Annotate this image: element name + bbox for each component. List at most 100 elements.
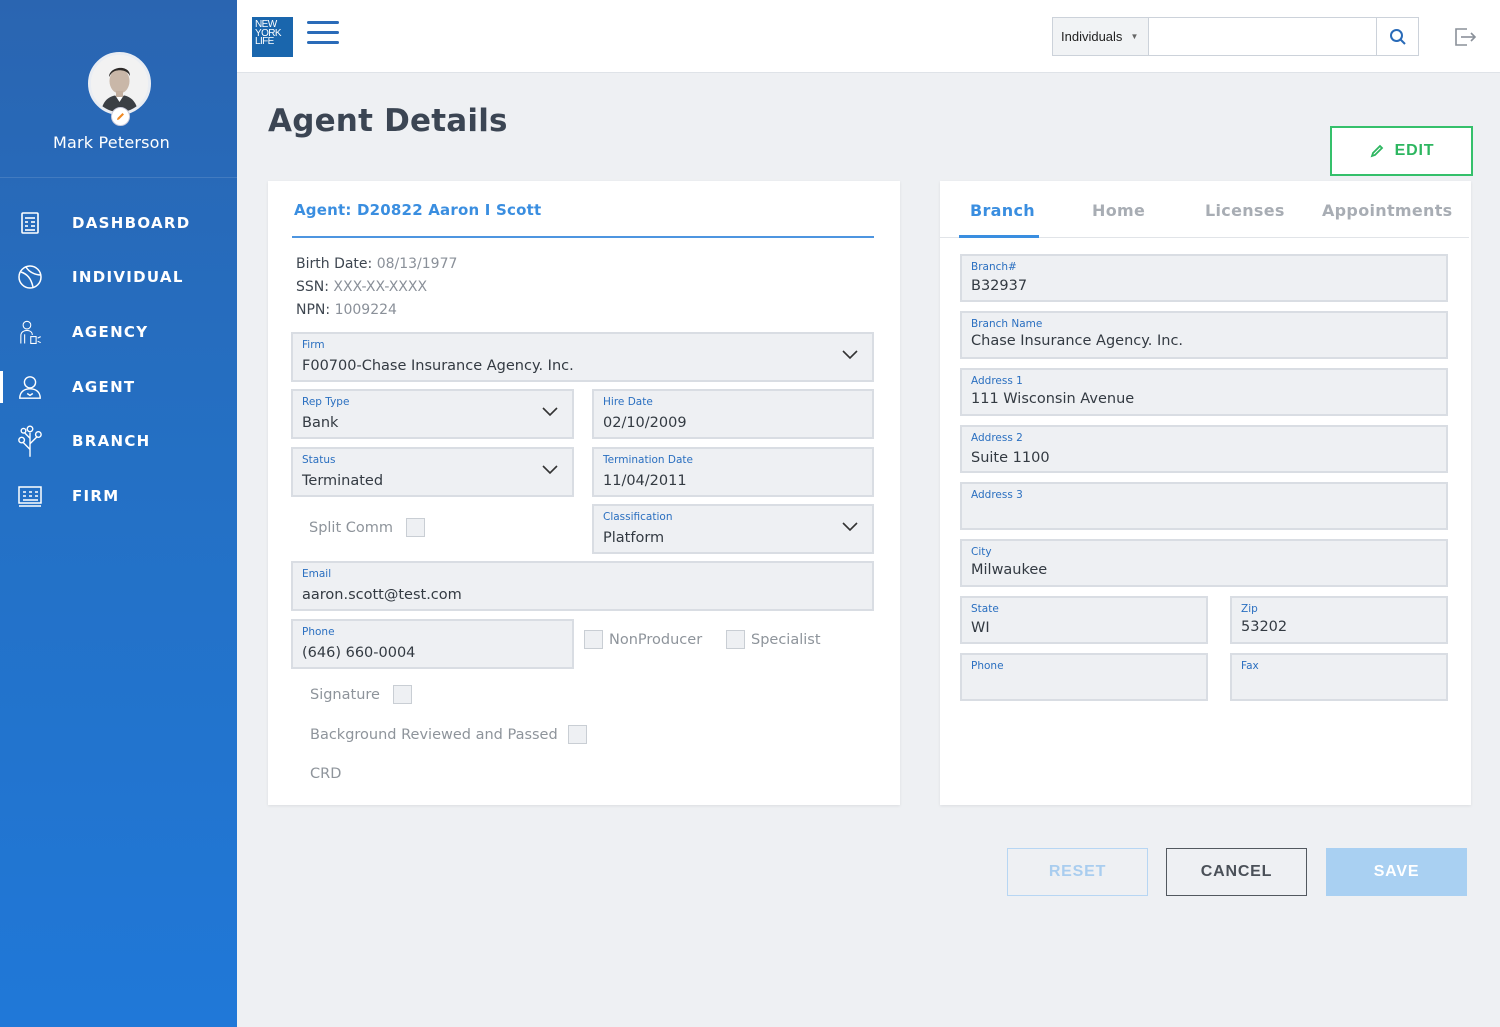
signature-checkbox[interactable] (392, 685, 412, 704)
field-label: Rep Type (302, 396, 350, 408)
field-label: State (971, 603, 999, 615)
field-label: Fax (1241, 660, 1259, 672)
cancel-button[interactable]: CANCEL (1166, 848, 1307, 896)
page-title: Agent Details (268, 103, 508, 139)
edit-button[interactable]: EDIT (1330, 126, 1473, 176)
background-checkbox[interactable] (567, 725, 587, 744)
avatar[interactable] (88, 52, 151, 115)
agency-icon (17, 317, 43, 347)
branch-number-field[interactable]: Branch# B32937 (960, 254, 1448, 302)
tab-home[interactable]: Home (1092, 201, 1145, 220)
edit-button-label: EDIT (1394, 142, 1435, 159)
caret-down-icon: ▼ (1130, 32, 1139, 41)
field-label: Address 3 (971, 489, 1023, 501)
field-label: Branch Name (971, 318, 1043, 330)
nonproducer-row: NonProducer (584, 630, 702, 649)
npn-row: NPN: 1009224 (296, 302, 397, 318)
user-profile: Mark Peterson (0, 0, 237, 178)
sidebar-item-agency[interactable]: AGENCY (0, 312, 237, 352)
field-label: Phone (302, 626, 335, 638)
menu-toggle-icon[interactable] (307, 21, 339, 47)
top-bar: NEW YORK LIFE Individuals ▼ (237, 0, 1500, 73)
globe-icon (17, 262, 43, 292)
search-button[interactable] (1376, 18, 1418, 55)
split-comm-checkbox[interactable] (406, 518, 426, 537)
rep-type-select[interactable]: Rep Type Bank (291, 389, 574, 439)
hire-date-field[interactable]: Hire Date 02/10/2009 (592, 389, 874, 439)
tab-appointments[interactable]: Appointments (1322, 201, 1453, 220)
field-value: Chase Insurance Agency. Inc. (971, 333, 1184, 349)
phone-field[interactable]: Phone (646) 660-0004 (291, 619, 574, 669)
branch-phone-field[interactable]: Phone (960, 653, 1208, 701)
new-york-life-logo[interactable]: NEW YORK LIFE (252, 17, 293, 57)
classification-select[interactable]: Classification Platform (592, 504, 874, 554)
firm-select[interactable]: Firm F00700-Chase Insurance Agency. Inc. (291, 332, 874, 382)
sidebar-item-dashboard[interactable]: DASHBOARD (0, 203, 237, 243)
birth-date-value: 08/13/1977 (376, 256, 458, 272)
field-label: Email (302, 568, 332, 580)
search-icon (1389, 28, 1406, 45)
chevron-down-icon (542, 407, 558, 417)
signature-label: Signature (310, 686, 380, 703)
sidebar-item-label: BRANCH (72, 432, 151, 450)
save-button[interactable]: SAVE (1326, 848, 1467, 896)
split-comm-label: Split Comm (309, 519, 394, 536)
field-value: Milwaukee (971, 562, 1048, 578)
reset-button[interactable]: RESET (1007, 848, 1148, 896)
nonproducer-checkbox[interactable] (584, 630, 603, 649)
search-scope-select[interactable]: Individuals ▼ (1053, 18, 1149, 55)
field-label: Firm (302, 339, 325, 351)
specialist-checkbox[interactable] (726, 630, 745, 649)
background-label: Background Reviewed and Passed (310, 726, 558, 743)
branch-details-card: Branch Home Licenses Appointments Branch… (940, 181, 1471, 805)
termination-date-field[interactable]: Termination Date 11/04/2011 (592, 447, 874, 497)
field-value: 111 Wisconsin Avenue (971, 391, 1135, 407)
ssn-row: SSN: XXX-XX-XXXX (296, 279, 427, 295)
sidebar-item-label: FIRM (72, 487, 120, 505)
sidebar-item-branch[interactable]: BRANCH (0, 421, 237, 461)
field-value: (646) 660-0004 (302, 645, 416, 661)
tab-branch[interactable]: Branch (970, 201, 1035, 220)
zip-field[interactable]: Zip 53202 (1230, 596, 1448, 644)
crd-row: CRD (310, 766, 341, 782)
field-label: Branch# (971, 261, 1017, 273)
address3-field[interactable]: Address 3 (960, 482, 1448, 530)
field-value: F00700-Chase Insurance Agency. Inc. (302, 358, 574, 374)
active-tab-indicator (959, 235, 1039, 238)
field-value: 11/04/2011 (603, 473, 687, 489)
logo-text-line: LIFE (255, 36, 274, 47)
sidebar-item-agent[interactable]: AGENT (0, 367, 237, 407)
field-label: Classification (603, 511, 673, 523)
sidebar-item-label: DASHBOARD (72, 214, 191, 232)
email-field[interactable]: Email aaron.scott@test.com (291, 561, 874, 611)
field-label: Phone (971, 660, 1004, 672)
logout-icon[interactable] (1453, 25, 1479, 49)
tab-licenses[interactable]: Licenses (1205, 201, 1285, 220)
branch-tree-icon (17, 425, 43, 457)
status-select[interactable]: Status Terminated (291, 447, 574, 497)
city-field[interactable]: City Milwaukee (960, 539, 1448, 587)
agent-details-card: Agent: D20822 Aaron I Scott Birth Date: … (268, 181, 900, 805)
address2-field[interactable]: Address 2 Suite 1100 (960, 425, 1448, 473)
search-input[interactable] (1149, 18, 1376, 55)
ssn-label: SSN: (296, 279, 329, 295)
field-label: Address 1 (971, 375, 1023, 387)
signature-row: Signature (310, 685, 412, 704)
edit-avatar-icon[interactable] (111, 107, 130, 126)
sidebar-item-firm[interactable]: FIRM (0, 476, 237, 516)
npn-value: 1009224 (334, 302, 397, 318)
state-field[interactable]: State WI (960, 596, 1208, 644)
address1-field[interactable]: Address 1 111 Wisconsin Avenue (960, 368, 1448, 416)
divider (292, 236, 874, 238)
npn-label: NPN: (296, 302, 331, 318)
sidebar-item-individual[interactable]: INDIVIDUAL (0, 257, 237, 297)
firm-grid-icon (17, 481, 43, 511)
nonproducer-label: NonProducer (609, 631, 703, 648)
ssn-value: XXX-XX-XXXX (333, 279, 428, 295)
branch-name-field[interactable]: Branch Name Chase Insurance Agency. Inc. (960, 311, 1448, 359)
sidebar-item-label: AGENCY (72, 323, 149, 341)
split-comm-row: Split Comm (309, 518, 426, 537)
sidebar-item-label: INDIVIDUAL (72, 268, 184, 286)
field-label: Address 2 (971, 432, 1023, 444)
fax-field[interactable]: Fax (1230, 653, 1448, 701)
